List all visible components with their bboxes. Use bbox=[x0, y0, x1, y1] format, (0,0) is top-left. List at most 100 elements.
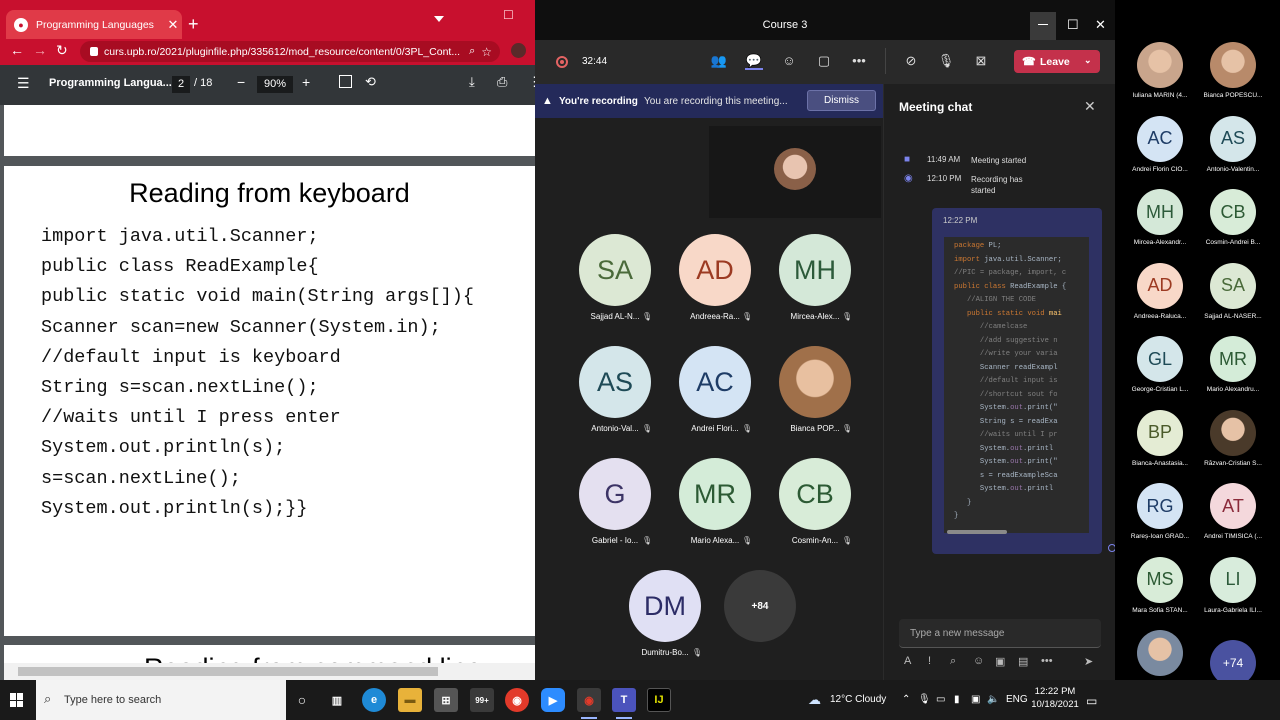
new-tab-icon[interactable]: + bbox=[188, 14, 199, 35]
participant-tile[interactable]: AC Andrei Flori... 🎙 bbox=[670, 346, 760, 446]
pdf-viewport[interactable]: Reading from keyboard import java.util.S… bbox=[0, 105, 535, 680]
file-explorer-icon[interactable]: ▬ bbox=[398, 688, 422, 712]
gallery-participant[interactable]: AC Andrei Florin CIO... bbox=[1120, 115, 1200, 186]
code-scrollbar[interactable] bbox=[947, 530, 1007, 534]
print-icon[interactable]: ⎙ bbox=[497, 74, 507, 90]
gallery-participant[interactable]: CB Cosmin-Andrei B... bbox=[1193, 189, 1273, 259]
rooms-icon[interactable]: ▢ bbox=[815, 52, 833, 70]
task-view-icon[interactable]: ▥ bbox=[325, 688, 349, 712]
more-actions-icon[interactable]: ••• bbox=[850, 52, 868, 70]
participant-tile[interactable]: SA Sajjad AL-N... 🎙 bbox=[570, 234, 660, 334]
gallery-participant[interactable]: MH Mircea-Alexandr... bbox=[1120, 189, 1200, 259]
gallery-participant[interactable]: BP Bianca-Anastasia... bbox=[1120, 409, 1200, 480]
close-tab-icon[interactable]: ✕ bbox=[164, 17, 182, 33]
zoom-in-icon[interactable]: + bbox=[302, 74, 310, 90]
camera-off-icon[interactable]: ⊘ bbox=[902, 52, 920, 70]
intellij-icon[interactable]: IJ bbox=[647, 688, 671, 712]
zoom-input[interactable]: 90% bbox=[257, 76, 293, 93]
maximize-icon[interactable]: ☐ bbox=[503, 8, 514, 22]
battery-icon[interactable]: ▮ bbox=[954, 694, 960, 705]
minimize-button[interactable] bbox=[1030, 12, 1056, 40]
bookmark-star-icon[interactable]: ☆ bbox=[481, 45, 500, 59]
participant-tile[interactable]: G Gabriel - Io... 🎙 bbox=[570, 458, 660, 558]
store-icon[interactable]: ⊞ bbox=[434, 688, 458, 712]
browser-tab[interactable]: ● Programming Languages FILS 20 ✕ bbox=[6, 10, 182, 39]
cortana-icon[interactable]: ○ bbox=[290, 688, 314, 712]
participant-tile[interactable]: AD Andreea-Ra... 🎙 bbox=[670, 234, 760, 334]
close-chat-icon[interactable]: ✕ bbox=[1084, 98, 1096, 115]
gallery-participant[interactable]: Bianca POPESCU... bbox=[1193, 42, 1273, 112]
participant-tile[interactable]: MH Mircea-Alex... 🎙 bbox=[770, 234, 860, 334]
participant-tile[interactable]: MR Mario Alexa... 🎙 bbox=[670, 458, 760, 558]
tab-search-icon[interactable] bbox=[434, 16, 444, 22]
send-icon[interactable]: ➤ bbox=[1084, 655, 1093, 668]
zoom-out-icon[interactable]: − bbox=[237, 74, 245, 90]
fit-page-icon[interactable] bbox=[339, 75, 352, 88]
display-icon[interactable]: ▣ bbox=[971, 694, 980, 705]
chat-icon[interactable]: 💬 bbox=[745, 52, 763, 70]
sticker-icon[interactable]: ▤ bbox=[1018, 655, 1028, 668]
participant-tile[interactable]: CB Cosmin-An... 🎙 bbox=[770, 458, 860, 558]
reload-icon[interactable]: ↻ bbox=[56, 42, 68, 59]
chevron-down-icon[interactable]: ⌄ bbox=[1084, 55, 1092, 66]
gallery-participant[interactable]: AD Andreea-Raluca... bbox=[1120, 262, 1200, 333]
chevron-up-icon[interactable]: ⌃ bbox=[902, 694, 910, 705]
close-icon[interactable]: ✕ bbox=[1095, 17, 1106, 33]
gallery-participant[interactable]: Răzvan-Cristian S... bbox=[1193, 409, 1273, 480]
mic-tray-icon[interactable]: 🎙 bbox=[918, 694, 931, 705]
overflow-participants[interactable]: +84 bbox=[724, 570, 796, 642]
reactions-icon[interactable]: ☺ bbox=[780, 52, 798, 70]
participant-tile[interactable]: DM Dumitru-Bo... 🎙 bbox=[620, 570, 710, 670]
mic-off-icon[interactable]: 🎙 bbox=[937, 52, 955, 70]
taskbar-clock[interactable]: 12:22 PM 10/18/2021 bbox=[1025, 685, 1085, 711]
gallery-participant[interactable]: AS Antonio-Valentin... bbox=[1193, 115, 1273, 186]
attach-icon[interactable]: ⌕ bbox=[950, 655, 956, 668]
compose-box[interactable]: Type a new message bbox=[899, 619, 1101, 648]
chat-message[interactable]: 12:22 PM package PL; import java.util.Sc… bbox=[932, 208, 1102, 554]
download-icon[interactable]: ⤓ bbox=[469, 74, 475, 90]
zoom-icon[interactable]: ▶ bbox=[541, 688, 565, 712]
profile-avatar[interactable] bbox=[511, 43, 526, 58]
gallery-participant[interactable]: GL George-Cristian L... bbox=[1120, 336, 1200, 406]
menu-icon[interactable]: ☰ bbox=[17, 75, 30, 92]
people-icon[interactable]: 👥 bbox=[710, 52, 728, 70]
gallery-participant[interactable]: MR Mario Alexandru... bbox=[1193, 336, 1273, 406]
share-icon[interactable]: ⊠ bbox=[972, 52, 990, 70]
participant-tile[interactable]: Bianca POP... 🎙 bbox=[770, 346, 860, 446]
emoji-icon[interactable]: ☺ bbox=[973, 655, 984, 667]
mail-icon[interactable]: 99+ bbox=[470, 688, 494, 712]
maximize-icon[interactable]: ☐ bbox=[1067, 17, 1079, 33]
chrome-icon[interactable]: ◉ bbox=[505, 688, 529, 712]
gallery-participant[interactable]: SA Sajjad AL-NASER... bbox=[1193, 262, 1273, 333]
notifications-icon[interactable]: ▭ bbox=[1086, 694, 1097, 708]
address-bar[interactable]: curs.upb.ro/2021/pluginfile.php/335612/m… bbox=[80, 41, 500, 62]
gallery-participant[interactable]: RG Rareș-Ioan GRĂD... bbox=[1120, 483, 1200, 553]
format-icon[interactable]: A bbox=[904, 655, 911, 667]
page-number-input[interactable]: 2 bbox=[172, 76, 190, 93]
edge-icon[interactable]: e bbox=[362, 688, 386, 712]
gallery-participant[interactable]: LI Laura-Gabriela ILI... bbox=[1193, 556, 1273, 627]
important-icon[interactable]: ! bbox=[928, 655, 931, 667]
leave-button[interactable]: ☎ Leave ⌄ bbox=[1014, 50, 1100, 73]
participant-tile[interactable]: AS Antonio-Val... 🎙 bbox=[570, 346, 660, 446]
weather-text[interactable]: 12°C Cloudy bbox=[830, 694, 886, 705]
taskbar-search[interactable]: ⌕ Type here to search bbox=[36, 680, 286, 720]
forward-icon[interactable]: → bbox=[33, 42, 47, 58]
horizontal-scrollbar[interactable] bbox=[4, 663, 535, 680]
gif-icon[interactable]: ▣ bbox=[995, 655, 1005, 668]
chrome-active-icon[interactable]: ◉ bbox=[577, 688, 601, 719]
back-icon[interactable]: ← bbox=[10, 42, 24, 58]
windows-start-icon[interactable] bbox=[10, 693, 24, 707]
zoom-icon[interactable]: ⌕ bbox=[469, 45, 475, 58]
network-icon[interactable]: ▭ bbox=[936, 694, 945, 705]
rotate-icon[interactable]: ⟲ bbox=[365, 74, 376, 90]
gallery-participant[interactable]: MS Mara Sofia STAN... bbox=[1120, 556, 1200, 627]
dismiss-button[interactable]: Dismiss bbox=[807, 90, 876, 111]
gallery-participant[interactable]: AT Andrei TIMISICĂ (... bbox=[1193, 483, 1273, 553]
more-options-icon[interactable]: ••• bbox=[1041, 655, 1053, 667]
volume-icon[interactable]: 🔈 bbox=[987, 694, 999, 705]
more-icon[interactable]: ⋮ bbox=[528, 74, 535, 90]
scrollbar-thumb[interactable] bbox=[18, 667, 438, 676]
teams-icon[interactable]: T bbox=[612, 688, 636, 719]
gallery-participant[interactable]: Iuliana MARIN (4... bbox=[1120, 42, 1200, 112]
